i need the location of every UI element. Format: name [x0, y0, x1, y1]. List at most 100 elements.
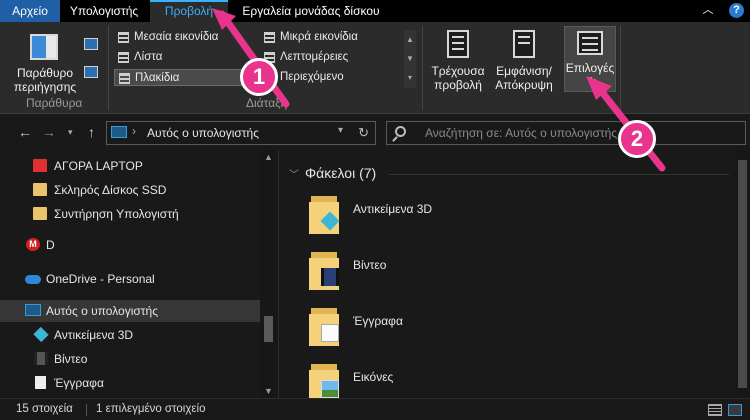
show-hide-label: Εμφάνιση/ Απόκρυψη — [495, 64, 553, 92]
search-input[interactable]: Αναζήτηση σε: Αυτός ο υπολογιστής — [386, 121, 746, 145]
scrollbar-thumb[interactable] — [738, 160, 747, 388]
tab-view[interactable]: Προβολή — [150, 0, 228, 22]
folder-tile[interactable]: Βίντεο — [307, 250, 607, 302]
folder-icon — [307, 194, 343, 236]
small-icons-icon — [264, 32, 275, 43]
nav-item[interactable]: OneDrive - Personal — [0, 268, 258, 290]
current-view-label: Τρέχουσα προβολή — [431, 64, 485, 92]
chevron-down-icon[interactable]: ▾ — [338, 125, 343, 136]
ribbon-divider — [108, 26, 109, 110]
layout-list[interactable]: Λίστα — [114, 49, 260, 66]
folder-icon — [33, 159, 47, 172]
nav-item[interactable]: Αντικείμενα 3D — [0, 324, 258, 346]
tab-computer[interactable]: Υπολογιστής — [60, 0, 148, 22]
folder-tile[interactable]: Αντικείμενα 3D — [307, 194, 607, 246]
refresh-icon[interactable]: ↻ — [358, 125, 369, 141]
selection-count: 1 επιλεγμένο στοιχείο — [96, 403, 206, 415]
chevron-up-icon[interactable]: ▲ — [260, 152, 277, 162]
annotation-badge-1: 1 — [240, 58, 278, 96]
tiles-view-icon[interactable] — [728, 404, 742, 416]
layout-small-icons[interactable]: Μικρά εικονίδια — [260, 29, 400, 46]
content-pane: ﹀ Φάκελοι (7) Αντικείμενα 3D Βίντεο Έγγρα… — [278, 150, 750, 402]
chevron-down-icon: ▼ — [586, 75, 594, 84]
document-icon — [321, 324, 339, 342]
document-icon — [35, 376, 46, 389]
show-hide-icon — [513, 30, 535, 58]
nav-item[interactable]: M D — [0, 234, 258, 256]
group-divider — [389, 174, 729, 175]
chevron-down-icon[interactable]: ▼ — [404, 49, 416, 68]
search-placeholder: Αναζήτηση σε: Αυτός ο υπολογιστής — [425, 126, 618, 140]
address-field[interactable]: › Αυτός ο υπολογιστής ▾ ↻ — [106, 121, 376, 145]
medium-icons-icon — [118, 32, 129, 43]
nav-item[interactable]: Βίντεο — [0, 348, 258, 370]
computer-icon — [25, 304, 41, 316]
3d-objects-icon — [33, 326, 49, 343]
list-icon — [118, 52, 129, 63]
navigation-pane: ΑΓΟΡΑ LAPTOP Σκληρός Δίσκος SSD Συντήρησ… — [0, 150, 278, 398]
scrollbar-thumb[interactable] — [264, 316, 273, 342]
options-label: Επιλογές — [565, 61, 615, 75]
breadcrumb-chevron-icon[interactable]: › — [132, 124, 136, 138]
status-bar: 15 στοιχεία 1 επιλεγμένο στοιχείο — [0, 398, 750, 420]
layout-gallery-scroller[interactable]: ▲ ▼ ▾ — [404, 30, 416, 88]
chevron-up-icon[interactable]: ▲ — [404, 30, 416, 49]
ribbon-divider — [620, 26, 621, 110]
video-icon — [321, 268, 339, 286]
folder-icon — [307, 250, 343, 292]
ribbon-tab-bar: Αρχείο Υπολογιστής Προβολή Εργαλεία μονά… — [0, 0, 750, 22]
details-pane-icon[interactable] — [84, 66, 98, 78]
recent-locations-chevron-icon[interactable]: ▾ — [68, 123, 73, 141]
nav-item[interactable]: ΑΓΟΡΑ LAPTOP — [0, 155, 258, 177]
search-icon — [395, 126, 406, 137]
navigation-pane-scrollbar[interactable]: ▲ ▼ — [260, 150, 277, 398]
chevron-up-icon[interactable]: ︿ — [700, 2, 716, 18]
nav-item[interactable]: Έγγραφα — [0, 372, 258, 394]
expand-icon[interactable]: ▾ — [404, 68, 416, 87]
nav-item[interactable]: Συντήρηση Υπολογιστή — [0, 203, 258, 225]
status-divider — [86, 404, 87, 416]
tiles-icon — [119, 73, 130, 84]
folders-group-header[interactable]: ﹀ Φάκελοι (7) — [289, 165, 376, 181]
tab-file[interactable]: Αρχείο — [0, 0, 60, 22]
ribbon: Παράθυρο περιήγησης Παράθυρα Μεσαία εικο… — [0, 22, 750, 114]
folder-tile[interactable]: Έγγραφα — [307, 306, 607, 358]
back-arrow-icon[interactable]: ← — [18, 123, 32, 141]
layout-tiles[interactable]: Πλακίδια — [114, 69, 260, 86]
breadcrumb[interactable]: Αυτός ο υπολογιστής — [147, 126, 259, 140]
forward-arrow-icon[interactable]: → — [42, 123, 56, 141]
computer-icon — [111, 126, 127, 138]
navigation-pane-label: Παράθυρο περιήγησης — [13, 66, 77, 94]
pictures-icon — [321, 380, 339, 398]
details-view-icon[interactable] — [708, 404, 722, 416]
folder-icon — [33, 183, 47, 196]
layout-details[interactable]: Λεπτομέρειες — [260, 49, 400, 66]
ribbon-divider — [422, 26, 423, 110]
nav-item-this-pc[interactable]: Αυτός ο υπολογιστής — [0, 300, 260, 322]
options-icon — [577, 31, 603, 55]
navigation-pane-icon — [30, 34, 58, 60]
annotation-badge-2: 2 — [618, 120, 656, 158]
tab-drive-tools[interactable]: Εργαλεία μονάδας δίσκου — [230, 0, 392, 22]
options-button[interactable]: Επιλογές ▼ — [564, 26, 616, 92]
nav-item[interactable]: Σκληρός Δίσκος SSD — [0, 179, 258, 201]
show-hide-button[interactable]: Εμφάνιση/ Απόκρυψη — [490, 26, 558, 92]
item-count: 15 στοιχεία — [16, 403, 73, 415]
folder-icon — [33, 207, 47, 220]
preview-pane-icon[interactable] — [84, 38, 98, 50]
mega-icon: M — [26, 238, 40, 251]
current-view-button[interactable]: Τρέχουσα προβολή — [428, 26, 488, 92]
layout-group-label: Διάταξη — [246, 96, 288, 110]
layout-content[interactable]: Περιεχόμενο — [260, 69, 400, 86]
content-scrollbar[interactable] — [735, 150, 750, 398]
panes-group-label: Παράθυρα — [26, 96, 83, 110]
up-arrow-icon[interactable]: ↑ — [88, 123, 95, 141]
chevron-down-icon[interactable]: ▼ — [260, 386, 277, 396]
layout-medium-icons[interactable]: Μεσαία εικονίδια — [114, 29, 260, 46]
cloud-icon — [25, 275, 41, 284]
folder-icon — [307, 306, 343, 348]
video-icon — [34, 352, 48, 365]
chevron-down-icon[interactable]: ﹀ — [289, 170, 299, 181]
current-view-icon — [447, 30, 469, 58]
help-icon[interactable]: ? — [729, 3, 744, 18]
